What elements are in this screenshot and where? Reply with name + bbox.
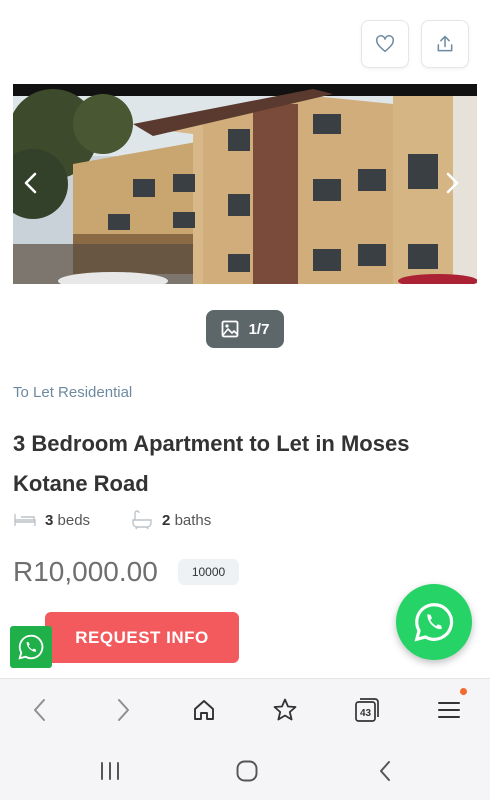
listing-title: 3 Bedroom Apartment to Let in Moses Kota… <box>13 431 410 496</box>
chevron-left-icon <box>24 172 37 194</box>
recent-apps-icon <box>101 762 119 780</box>
gallery-next-button[interactable] <box>435 166 469 200</box>
beds-feature: 3 beds <box>13 512 90 529</box>
browser-tabs-button[interactable]: 43 <box>350 693 384 727</box>
browser-back-button[interactable] <box>23 693 57 727</box>
home-icon <box>194 700 214 720</box>
listing-photo[interactable] <box>13 84 477 284</box>
whatsapp-chat-button[interactable] <box>396 584 472 660</box>
heart-icon <box>376 35 394 53</box>
browser-home-button[interactable] <box>187 693 221 727</box>
whatsapp-icon <box>414 603 454 642</box>
system-navigation-bar <box>0 740 490 800</box>
listing-category: To Let Residential <box>13 384 133 401</box>
whatsapp-share-button[interactable] <box>10 626 52 668</box>
bed-icon <box>14 514 36 526</box>
request-info-button[interactable]: REQUEST INFO <box>45 612 239 663</box>
home-circle-icon <box>236 760 258 782</box>
star-icon <box>273 698 297 721</box>
browser-menu-button[interactable] <box>432 693 466 727</box>
photo-counter-text: 1/7 <box>248 320 270 338</box>
menu-icon <box>438 702 460 718</box>
gallery-prev-button[interactable] <box>14 166 48 200</box>
chevron-right-icon <box>118 699 129 721</box>
listing-features: 3 beds 2 baths <box>13 510 211 530</box>
beds-label: beds <box>57 511 91 529</box>
image-icon <box>221 320 238 338</box>
favorite-button[interactable] <box>361 20 409 68</box>
photo-counter[interactable]: 1/7 <box>206 310 284 348</box>
home-system-button[interactable] <box>230 756 264 786</box>
share-button[interactable] <box>421 20 469 68</box>
bath-icon <box>132 510 152 530</box>
listing-price: R10,000.00 <box>13 556 158 587</box>
browser-forward-button[interactable] <box>106 693 140 727</box>
chevron-right-icon <box>446 172 459 194</box>
browser-bookmarks-button[interactable] <box>268 693 302 727</box>
notification-dot <box>460 688 467 695</box>
browser-toolbar: 43 <box>0 678 490 741</box>
baths-label: baths <box>174 511 212 529</box>
tabs-icon: 43 <box>355 698 379 722</box>
back-chevron-icon <box>380 761 390 781</box>
whatsapp-icon <box>18 634 44 660</box>
baths-feature: 2 baths <box>130 510 211 530</box>
share-icon <box>437 35 453 52</box>
back-system-button[interactable] <box>368 756 402 786</box>
baths-count: 2 <box>162 511 171 529</box>
apartment-building-image <box>13 84 477 284</box>
beds-count: 3 <box>45 511 54 529</box>
chevron-left-icon <box>34 699 45 721</box>
recent-apps-button[interactable] <box>93 756 127 786</box>
tabs-count: 43 <box>360 708 372 719</box>
price-badge: 10000 <box>178 559 239 585</box>
